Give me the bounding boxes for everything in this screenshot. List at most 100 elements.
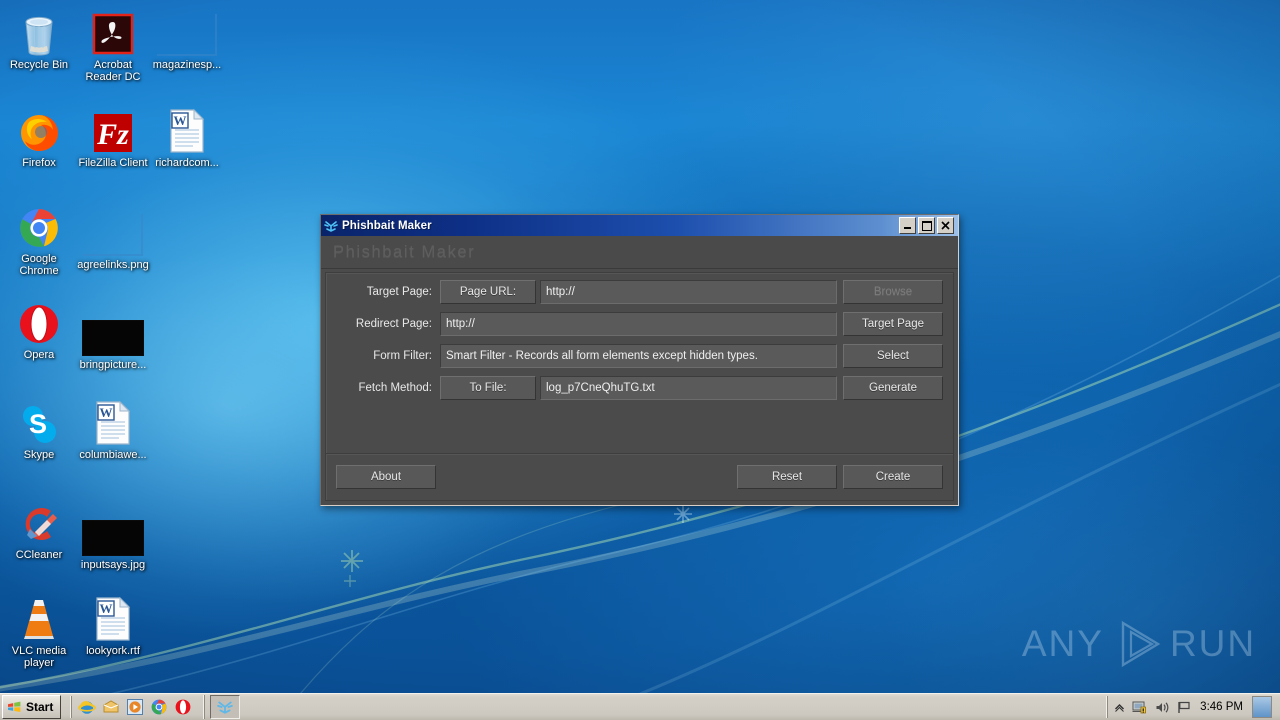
form-filter-input[interactable]: Smart Filter - Records all form elements… [440,344,837,368]
maximize-button[interactable] [918,217,935,234]
desktop-icon-label: Skype [23,449,55,461]
firefox-icon [2,104,76,154]
quicklaunch-show-desktop[interactable] [100,696,122,718]
desktop-icon-label: CCleaner [15,549,63,561]
desktop-icon-opera[interactable]: Opera [2,296,76,361]
watermark-run-text: RUN [1169,623,1257,664]
skype-icon: S [2,396,76,446]
show-desktop-button[interactable] [1252,696,1272,718]
desktop-icon-magazinesp[interactable]: magazinesp... [150,6,224,71]
desktop-icon-acrobat-reader[interactable]: Acrobat Reader DC [76,6,150,83]
svg-text:W: W [100,601,113,616]
flag-icon[interactable] [1177,701,1191,714]
filezilla-icon: Fz [76,104,150,154]
desktop-icon-skype[interactable]: S Skype [2,396,76,461]
network-warning-icon[interactable] [1132,700,1148,714]
system-tray: 3:46 PM [1107,696,1280,718]
desktop-icon-label: VLC media player [11,645,67,669]
desktop-icon-recycle-bin[interactable]: Recycle Bin [2,6,76,71]
target-page-button[interactable]: Target Page [843,312,943,336]
desktop-icon-richardcom[interactable]: W richardcom... [150,104,224,169]
chrome-icon [2,200,76,250]
quick-launch-bar [71,696,194,718]
taskbar-tasks [204,695,241,719]
watermark-any-text: ANY [1021,623,1104,664]
vlc-icon [2,592,76,642]
quicklaunch-media-player[interactable] [124,696,146,718]
start-button-label: Start [26,700,54,714]
desktop-icon-ccleaner[interactable]: CCleaner [2,496,76,561]
minimize-button[interactable] [899,217,916,234]
window-footer: About Reset Create [326,453,953,500]
to-file-button[interactable]: To File: [440,376,536,400]
create-button[interactable]: Create [843,465,943,489]
window-title: Phishbait Maker [342,219,432,232]
svg-text:Fz: Fz [96,118,129,151]
quicklaunch-chrome[interactable] [148,696,170,718]
chevron-up-icon[interactable] [1114,702,1125,713]
desktop-icons: Recycle Bin Acrobat Reader DC magazinesp… [0,0,240,694]
desktop-icon-columbiawe[interactable]: W columbiawe... [76,396,150,461]
desktop-icon-label: magazinesp... [152,59,222,71]
desktop-icon-label: Opera [23,349,55,361]
desktop-icon-vlc[interactable]: VLC media player [2,592,76,669]
about-button[interactable]: About [336,465,436,489]
desktop-icon-label: columbiawe... [79,449,147,461]
desktop-icon-lookyork-rtf[interactable]: W lookyork.rtf [76,592,150,657]
internet-explorer-icon [78,701,97,714]
desktop-icon-filezilla[interactable]: Fz FileZilla Client [76,104,150,169]
page-url-button[interactable]: Page URL: [440,280,536,304]
play-triangle-icon [1121,620,1161,668]
fetch-file-input[interactable]: log_p7CneQhuTG.txt [540,376,837,400]
close-icon [941,221,950,230]
close-button[interactable] [937,217,954,234]
desktop-icon-google-chrome[interactable]: Google Chrome [2,200,76,277]
window-body: Target Page: Page URL: http:// Browse Re… [325,272,954,501]
reset-button[interactable]: Reset [737,465,837,489]
form-row-form-filter: Form Filter: Smart Filter - Records all … [336,343,943,369]
word-document-icon: W [150,104,224,154]
desktop-icon-agreelinks-png[interactable]: agreelinks.png [76,206,150,271]
target-page-input[interactable]: http:// [540,280,837,304]
svg-text:S: S [29,409,47,439]
taskbar-item-phishbait-maker[interactable] [210,695,241,719]
phishbait-hook-icon [217,701,234,714]
black-thumbnail-icon [76,306,150,356]
select-button[interactable]: Select [843,344,943,368]
window-titlebar[interactable]: Phishbait Maker [321,215,958,236]
form-row-fetch-method: Fetch Method: To File: log_p7CneQhuTG.tx… [336,375,943,401]
opera-icon [2,296,76,346]
windows-logo-icon [8,701,21,712]
black-thumbnail-icon [76,506,150,556]
taskbar[interactable]: Start 3:46 PM [0,693,1280,720]
row-label: Form Filter: [373,350,432,362]
phishbait-maker-window[interactable]: Phishbait Maker Phishbait Maker Target P… [320,214,959,506]
taskbar-clock[interactable]: 3:46 PM [1200,701,1243,713]
redirect-page-input[interactable]: http:// [440,312,837,336]
ccleaner-icon [2,496,76,546]
desktop-icon-bringpicture[interactable]: bringpicture... [76,306,150,371]
desktop-icon-firefox[interactable]: Firefox [2,104,76,169]
svg-text:W: W [100,405,113,420]
desktop-icon-label: agreelinks.png [77,259,149,271]
desktop-icon-label: bringpicture... [79,359,147,371]
desktop-icon-label: Firefox [22,157,56,169]
form-row-target-page: Target Page: Page URL: http:// Browse [336,279,943,305]
blank-file-icon [150,6,224,56]
desktop-icon-inputsays-jpg[interactable]: inputsays.jpg [76,506,150,571]
generate-button[interactable]: Generate [843,376,943,400]
row-label: Fetch Method: [358,382,432,394]
desktop-icon-label: Google Chrome [19,253,59,277]
start-button[interactable]: Start [2,695,62,719]
quicklaunch-internet-explorer[interactable] [76,696,98,718]
desktop-icon-label: FileZilla Client [78,157,148,169]
browse-button[interactable]: Browse [843,280,943,304]
quicklaunch-opera[interactable] [172,696,194,718]
speaker-icon[interactable] [1155,701,1170,714]
windows-media-player-icon [127,699,144,715]
acrobat-reader-icon [76,6,150,56]
anyrun-watermark: ANY RUN [1014,608,1264,680]
desktop-icon-label: lookyork.rtf [86,645,140,657]
row-label: Target Page: [366,286,432,298]
window-controls [899,217,956,234]
